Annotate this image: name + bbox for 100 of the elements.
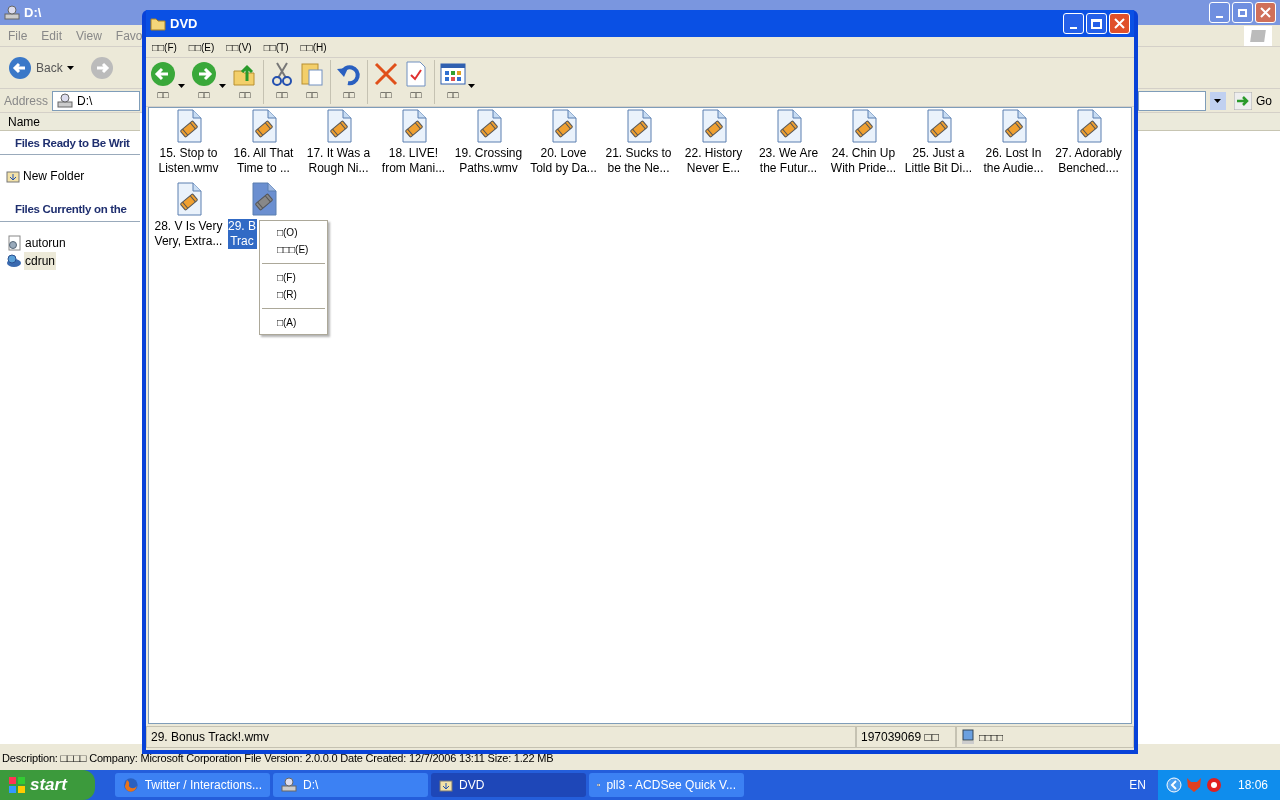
go-button[interactable]: Go xyxy=(1230,91,1276,110)
file-name[interactable]: 24. Chin Up With Pride... xyxy=(830,146,897,176)
restore-button[interactable] xyxy=(1232,2,1253,23)
taskbar-button[interactable]: DVD xyxy=(431,773,586,797)
taskbar-button[interactable]: Twitter / Interactions... xyxy=(115,773,270,797)
file-name[interactable]: 21. Sucks to be the Ne... xyxy=(605,146,672,176)
views-grid-icon xyxy=(440,61,466,88)
file-name[interactable]: 23. We Are the Futur... xyxy=(758,146,819,176)
caret-icon[interactable] xyxy=(468,84,475,88)
window-title: DVD xyxy=(170,14,198,33)
toolbar-button[interactable]: □□ xyxy=(298,61,326,103)
caret-icon[interactable] xyxy=(178,84,185,88)
file-name[interactable]: 22. History Never E... xyxy=(684,146,743,176)
video-file-icon[interactable] xyxy=(399,109,428,143)
file-name[interactable]: 25. Just a Little Bit Di... xyxy=(904,146,973,176)
caret-icon[interactable] xyxy=(219,84,226,88)
drive-icon xyxy=(4,4,20,21)
address-field[interactable]: D:\ xyxy=(52,90,141,111)
file-name[interactable]: 17. It Was a Rough Ni... xyxy=(306,146,371,176)
toolbar-button[interactable]: □□ xyxy=(231,61,259,103)
video-file-icon[interactable] xyxy=(174,109,203,143)
minimize-icon xyxy=(1216,16,1223,18)
file-name[interactable]: 16. All That Time to ... xyxy=(233,146,294,176)
close-button[interactable] xyxy=(1255,2,1276,23)
video-file-icon[interactable] xyxy=(474,109,503,143)
back-button[interactable]: Back xyxy=(8,55,63,80)
toolbar-button[interactable]: □□ xyxy=(149,61,177,103)
video-file-icon[interactable] xyxy=(249,109,278,143)
folder-icon xyxy=(150,16,166,31)
taskbar-button[interactable]: D:\ xyxy=(273,773,428,797)
file-name[interactable]: 29. B Trac xyxy=(228,219,258,249)
file-name[interactable]: 27. Adorably Benched.... xyxy=(1055,146,1122,176)
video-file-icon[interactable] xyxy=(324,109,353,143)
disc-box-icon xyxy=(6,252,22,269)
menu-item[interactable]: □□(T) xyxy=(263,39,289,55)
menu-item[interactable]: □□(F) xyxy=(152,39,177,55)
context-menu-item[interactable]: □(O) xyxy=(260,224,327,241)
close-icon xyxy=(1114,18,1125,29)
caret-icon[interactable] xyxy=(66,65,74,70)
minimize-button[interactable] xyxy=(1209,2,1230,23)
context-menu-item[interactable]: □(F) xyxy=(260,269,327,286)
chevron-icon[interactable] xyxy=(1165,777,1182,793)
toolbar-button[interactable]: □□ xyxy=(439,61,467,103)
toolbar-button[interactable]: □□ xyxy=(402,61,430,103)
context-menu-item[interactable]: □(R) xyxy=(260,286,327,303)
start-button[interactable]: start xyxy=(0,770,95,800)
checked-document-icon xyxy=(403,61,429,88)
video-file-icon[interactable] xyxy=(174,182,203,216)
listed-entry[interactable]: New Folder xyxy=(22,167,86,186)
minimize-icon xyxy=(1070,27,1077,29)
toolbar-button[interactable]: □□ xyxy=(268,61,296,103)
target-icon[interactable] xyxy=(1205,777,1222,793)
context-menu-item[interactable]: □□□(E) xyxy=(260,241,327,258)
listed-entry[interactable]: cdrun xyxy=(24,251,57,270)
video-file-icon[interactable] xyxy=(849,109,878,143)
windows-logo-icon xyxy=(8,776,26,794)
toolbar-button[interactable]: □□ xyxy=(372,61,400,103)
fox-globe-icon xyxy=(123,777,139,793)
maximize-button[interactable] xyxy=(1086,13,1107,34)
video-file-icon[interactable] xyxy=(549,109,578,143)
close-button[interactable] xyxy=(1109,13,1130,34)
caret-icon[interactable] xyxy=(1214,98,1222,103)
column-header[interactable]: Name xyxy=(0,113,140,131)
status-size: 197039069 □□ xyxy=(856,726,956,748)
video-file-icon[interactable] xyxy=(924,109,953,143)
listed-entry[interactable]: autorun xyxy=(24,233,67,252)
windows-logo-icon xyxy=(1244,25,1272,46)
toolbar-button[interactable]: □□ xyxy=(335,61,363,103)
address-field[interactable] xyxy=(1138,90,1206,111)
video-file-icon[interactable] xyxy=(699,109,728,143)
minimize-button[interactable] xyxy=(1063,13,1084,34)
computer-icon xyxy=(961,729,975,745)
window-title: D:\ xyxy=(24,3,42,22)
menu-item[interactable]: □□(H) xyxy=(300,39,327,55)
file-name[interactable]: 26. Lost In the Audie... xyxy=(983,146,1044,176)
language-indicator: EN xyxy=(1129,777,1146,794)
go-arrow-icon xyxy=(1234,91,1252,110)
clock: 18:06 xyxy=(1237,777,1268,794)
folder-icon xyxy=(439,778,453,792)
restore-icon xyxy=(1238,8,1247,17)
clipboard-icon xyxy=(299,61,325,88)
video-file-icon[interactable] xyxy=(999,109,1028,143)
file-name[interactable]: 18. LIVE! from Mani... xyxy=(381,146,446,176)
video-file-icon[interactable] xyxy=(1074,109,1103,143)
file-name[interactable]: 15. Stop to Listen.wmv xyxy=(158,146,219,176)
file-name[interactable]: 28. V Is Very Very, Extra... xyxy=(154,219,223,249)
context-menu-item[interactable]: □(A) xyxy=(260,314,327,331)
status-filename: 29. Bonus Track!.wmv xyxy=(146,726,856,748)
menu-item[interactable]: □□(V) xyxy=(226,39,252,55)
menu-item[interactable]: □□(E) xyxy=(188,39,215,55)
file-name[interactable]: 20. Love Told by Da... xyxy=(530,146,597,176)
drive-icon xyxy=(57,92,74,109)
video-file-icon[interactable] xyxy=(624,109,653,143)
video-file-icon[interactable] xyxy=(249,182,278,216)
folder-icon xyxy=(6,169,20,184)
file-name[interactable]: 19. Crossing Paths.wmv xyxy=(454,146,523,176)
drive-icon xyxy=(281,777,297,793)
video-file-icon[interactable] xyxy=(774,109,803,143)
toolbar-button[interactable]: □□ xyxy=(190,61,218,103)
taskbar-button[interactable]: pll3 - ACDSee Quick V... xyxy=(589,773,744,797)
